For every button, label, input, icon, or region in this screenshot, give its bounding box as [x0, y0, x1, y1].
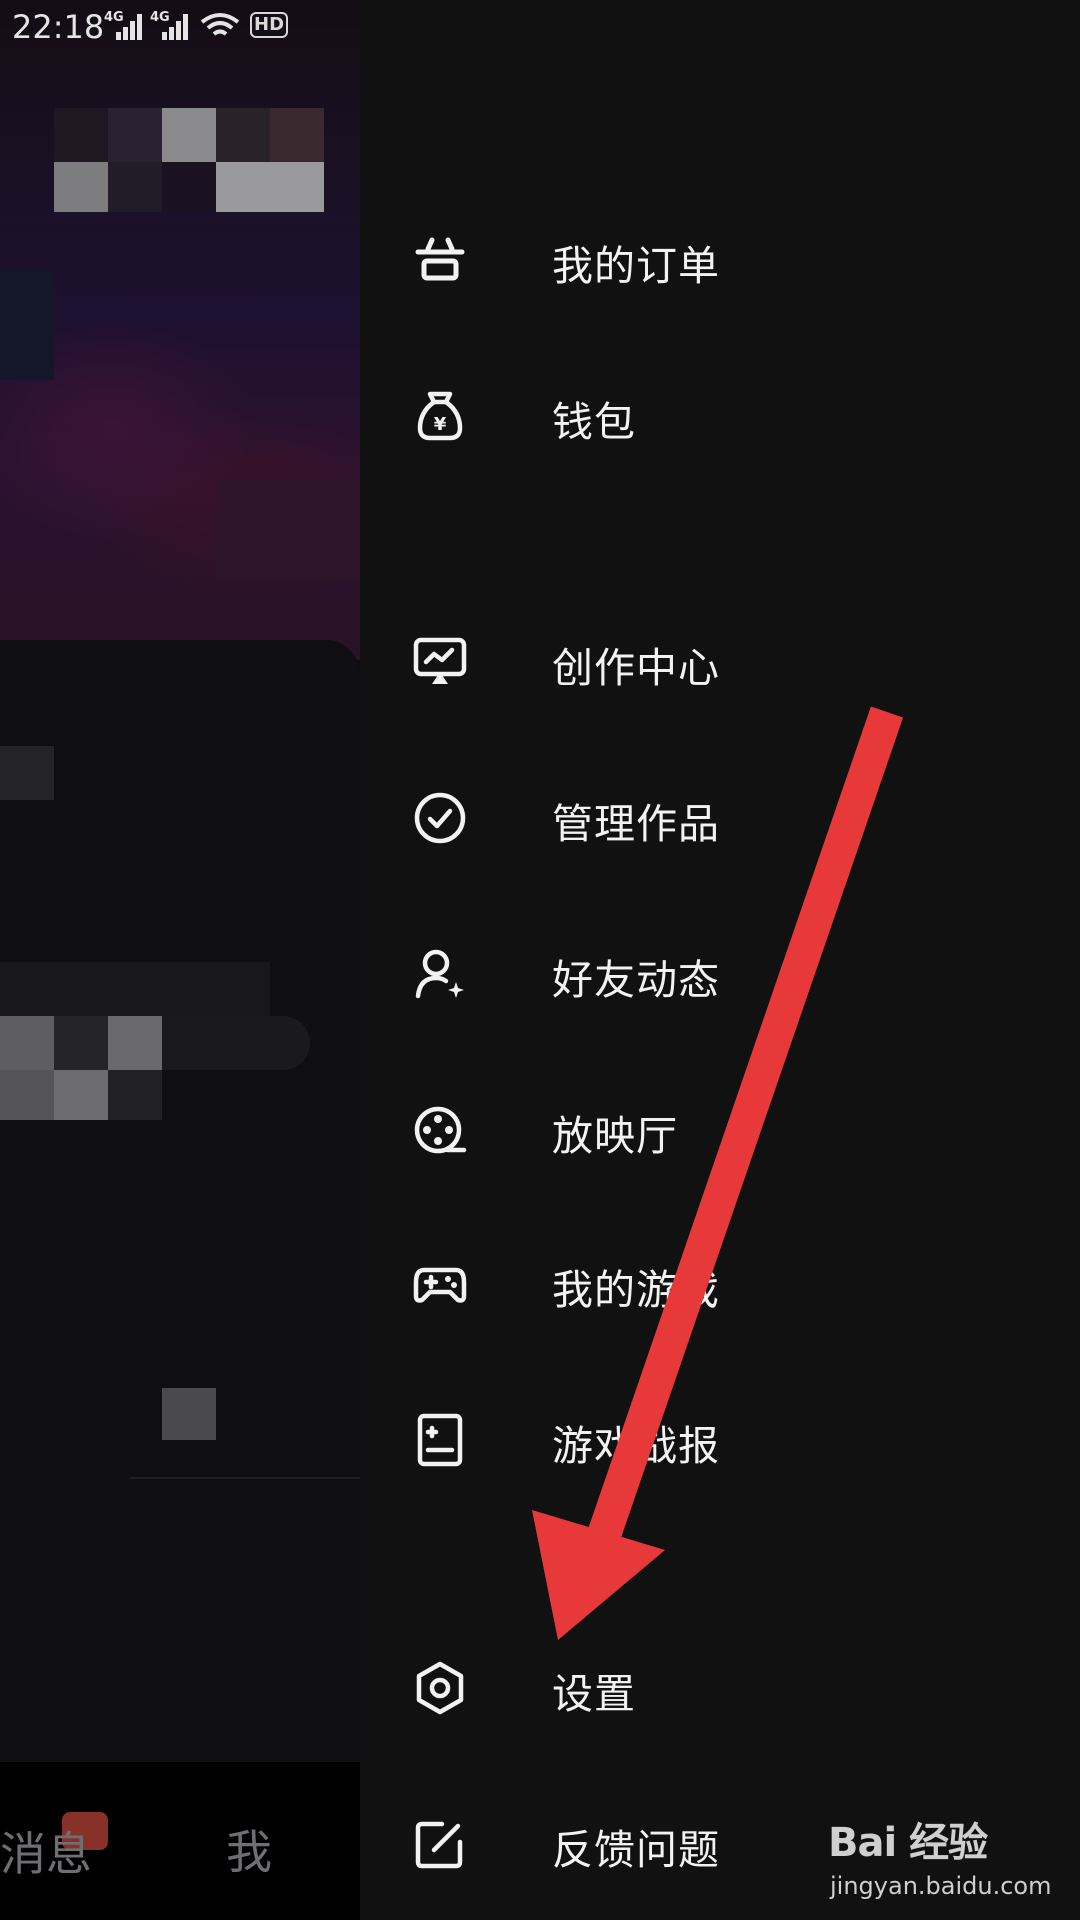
- menu-item-label: 游戏战报: [552, 1422, 720, 1470]
- screen: 消息 我 22:18 4G 4G HD 我的订单 ¥ 钱包 创作中心 管理作品 …: [0, 0, 1080, 1920]
- mosaic-block: [270, 108, 324, 162]
- settings-hexagon-icon: [412, 1660, 468, 1716]
- friend-activity-icon: [412, 946, 468, 1002]
- order-store-icon: [412, 232, 468, 288]
- gamepad-icon: [412, 1256, 468, 1312]
- signal-icon: 4G: [104, 6, 144, 40]
- menu-item-settings[interactable]: 设置: [412, 1640, 812, 1736]
- hd-badge: HD: [250, 12, 289, 38]
- mosaic-block: [0, 1070, 54, 1120]
- menu-item-label: 创作中心: [552, 644, 720, 692]
- mosaic-block: [162, 162, 216, 212]
- menu-item-label: 反馈问题: [552, 1826, 720, 1874]
- mosaic-block: [162, 1016, 310, 1070]
- watermark-logo: Bai 经验: [828, 1820, 988, 1866]
- background-content-card: [0, 640, 360, 1920]
- side-drawer-menu: 我的订单 ¥ 钱包 创作中心 管理作品 好友动态 放映厅 我的游戏 游戏战报 设…: [360, 0, 1080, 1920]
- mosaic-block: [108, 1070, 162, 1120]
- report-icon: [412, 1412, 468, 1468]
- menu-item-label: 钱包: [552, 398, 636, 446]
- menu-item-label: 我的订单: [552, 242, 720, 290]
- menu-item-friend-activity[interactable]: 好友动态: [412, 926, 812, 1022]
- mosaic-block: [54, 1070, 108, 1120]
- mosaic-block: [108, 108, 162, 162]
- mosaic-block: [108, 1016, 162, 1070]
- signal-icon: 4G: [150, 6, 190, 40]
- mosaic-block: [0, 962, 270, 1016]
- mosaic-block: [0, 270, 54, 380]
- menu-item-label: 好友动态: [552, 956, 720, 1004]
- baidu-jingyan-watermark: Bai 经验 jingyan.baidu.com: [828, 1800, 1068, 1910]
- mosaic-block: [54, 108, 108, 162]
- menu-item-game-report[interactable]: 游戏战报: [412, 1392, 812, 1488]
- menu-item-creator-center[interactable]: 创作中心: [412, 614, 812, 710]
- creator-center-icon: [412, 634, 468, 690]
- watermark-url: jingyan.baidu.com: [830, 1872, 1052, 1900]
- wifi-icon: [200, 13, 240, 36]
- tab-messages: 消息: [0, 1827, 92, 1881]
- background-divider: [130, 1477, 360, 1479]
- network-type-1: 4G: [104, 10, 124, 25]
- menu-item-screening-hall[interactable]: 放映厅: [412, 1082, 812, 1178]
- check-circle-icon: [412, 790, 468, 846]
- tab-me: 我: [226, 1825, 272, 1879]
- menu-item-wallet[interactable]: ¥ 钱包: [412, 368, 812, 464]
- status-time: 22:18: [12, 8, 105, 46]
- feedback-edit-icon: [412, 1816, 468, 1872]
- mosaic-block: [162, 108, 216, 162]
- background-profile-page: 消息 我: [0, 0, 360, 1920]
- menu-item-label: 我的游戏: [552, 1266, 720, 1314]
- menu-item-manage-works[interactable]: 管理作品: [412, 770, 812, 866]
- mosaic-block: [162, 1388, 216, 1440]
- film-reel-icon: [412, 1102, 468, 1158]
- menu-item-feedback[interactable]: 反馈问题: [412, 1796, 812, 1892]
- mosaic-block: [54, 1016, 108, 1070]
- menu-item-my-games[interactable]: 我的游戏: [412, 1236, 812, 1332]
- mosaic-block: [54, 162, 108, 212]
- mosaic-block: [0, 1016, 54, 1070]
- wallet-bag-icon: ¥: [412, 388, 468, 444]
- menu-item-orders[interactable]: 我的订单: [412, 212, 812, 308]
- menu-item-label: 设置: [552, 1670, 636, 1718]
- mosaic-block: [0, 746, 54, 800]
- network-type-2: 4G: [150, 10, 170, 25]
- menu-item-label: 管理作品: [552, 800, 720, 848]
- mosaic-block: [216, 480, 360, 580]
- mosaic-block: [216, 108, 270, 162]
- svg-text:¥: ¥: [434, 414, 447, 435]
- mosaic-block: [108, 162, 162, 212]
- mosaic-block: [216, 162, 324, 212]
- menu-item-label: 放映厅: [552, 1112, 678, 1160]
